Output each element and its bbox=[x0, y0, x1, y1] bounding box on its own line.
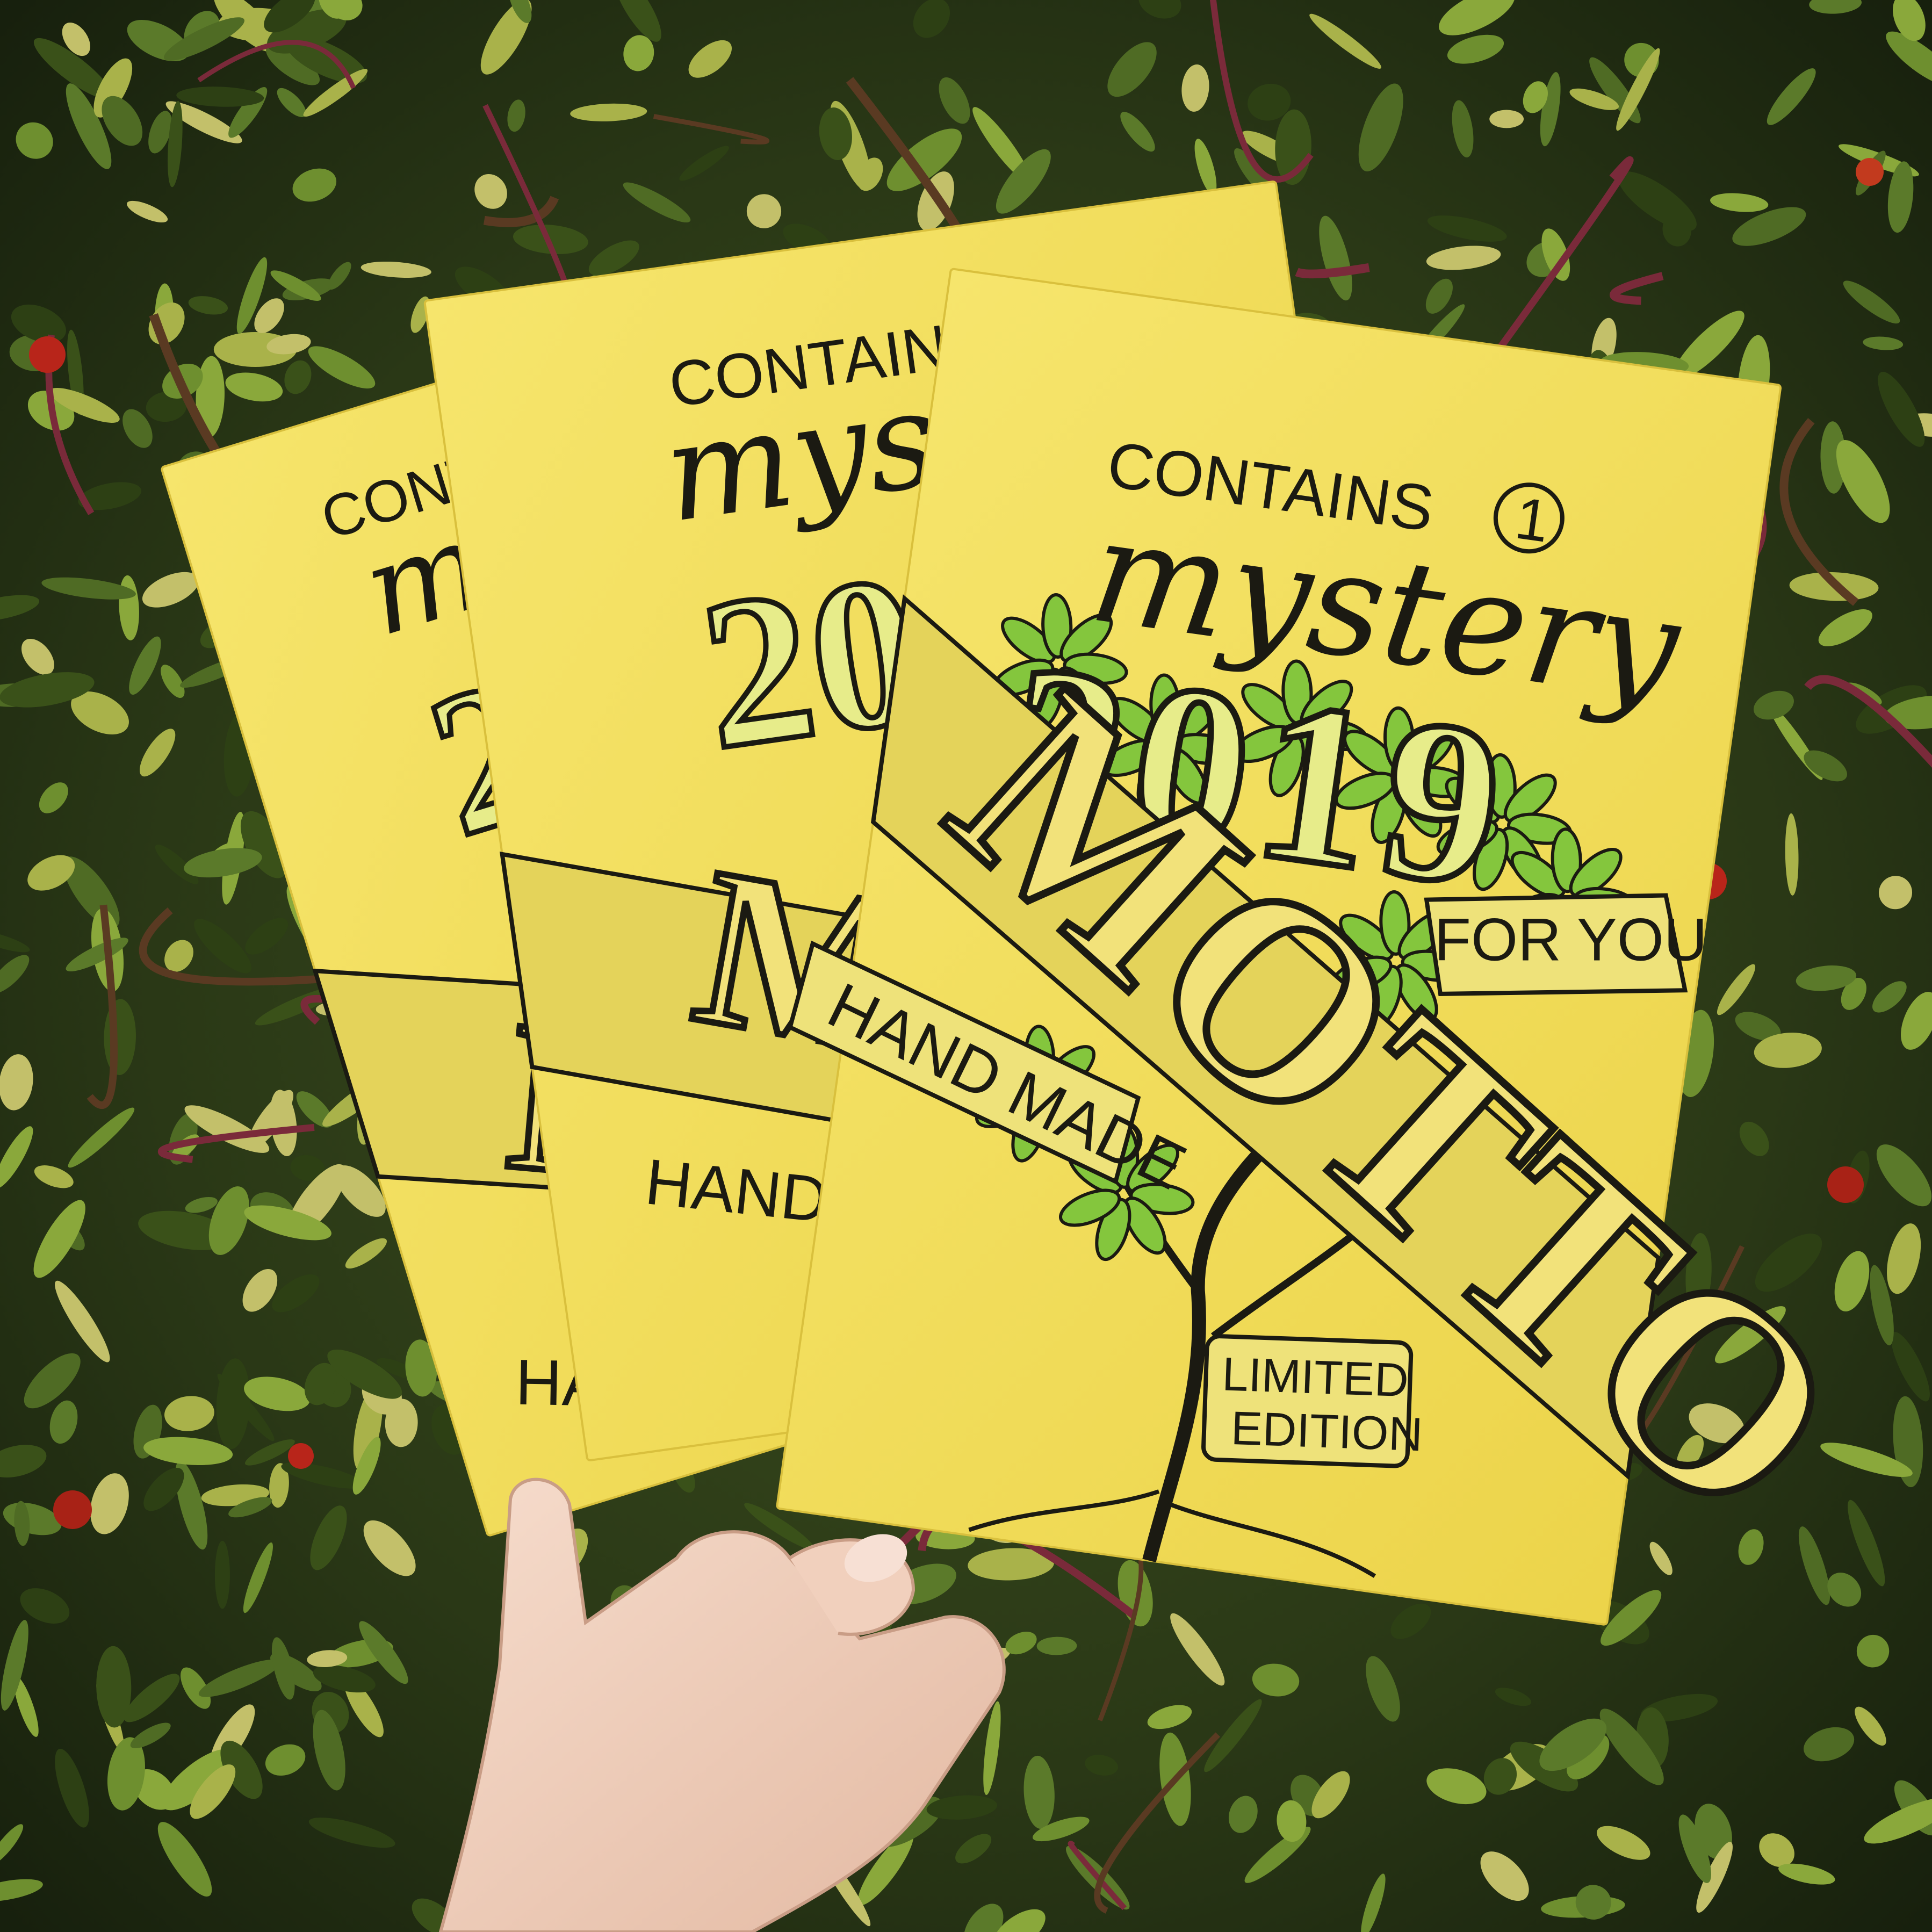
badge-line1: LIMITED bbox=[1221, 1347, 1409, 1407]
berry bbox=[1827, 1166, 1864, 1203]
foliage-leaf bbox=[1489, 110, 1524, 128]
banner-right-label: FOR YOU bbox=[1434, 906, 1707, 974]
badge-line2: EDITION bbox=[1230, 1401, 1424, 1461]
berry bbox=[1856, 158, 1884, 186]
photo-scene: CONTAINS mystery 2019 MOTTO HAND MADE CO… bbox=[0, 0, 1932, 1932]
berry bbox=[53, 1490, 92, 1529]
foliage-leaf bbox=[214, 1540, 230, 1609]
berry bbox=[288, 1443, 314, 1469]
berry bbox=[29, 336, 66, 373]
